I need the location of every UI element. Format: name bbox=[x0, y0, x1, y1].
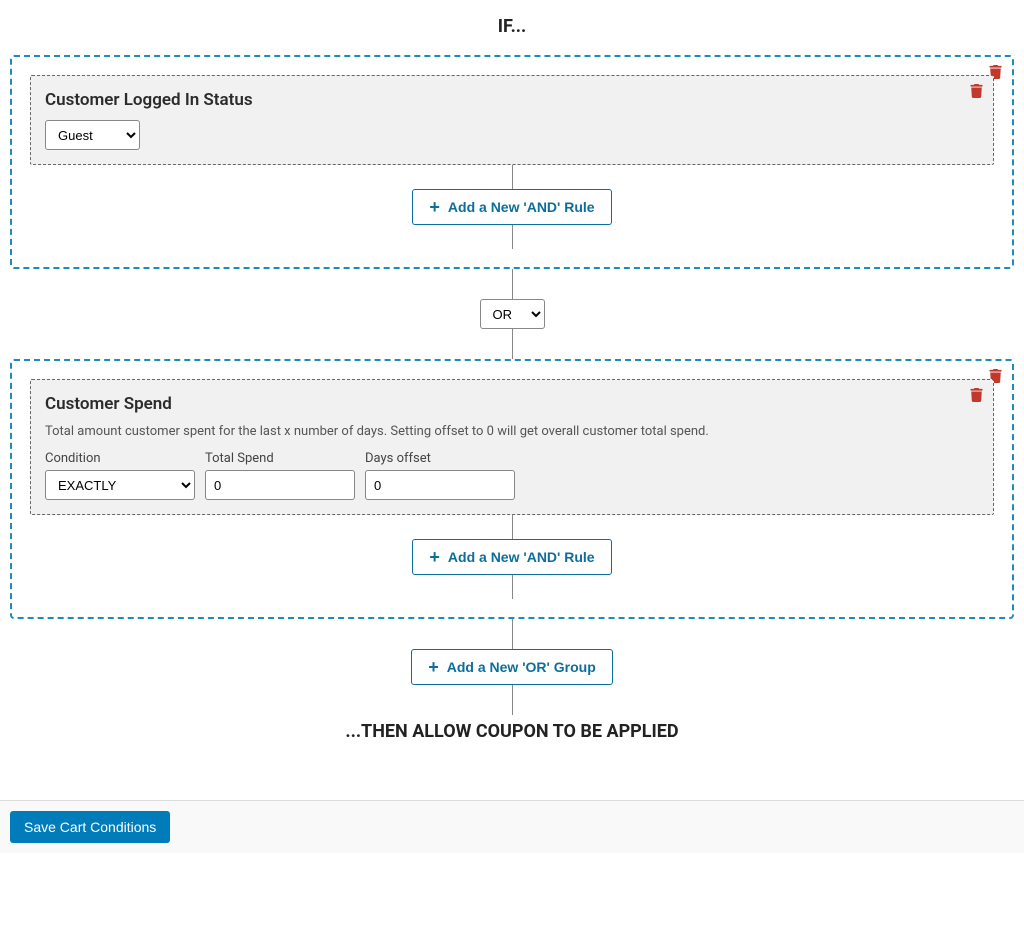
rule-group: Customer Spend Total amount customer spe… bbox=[10, 359, 1014, 619]
field-label-days-offset: Days offset bbox=[365, 451, 515, 466]
days-offset-input[interactable] bbox=[365, 470, 515, 500]
then-heading: ...THEN ALLOW COUPON TO BE APPLIED bbox=[10, 721, 1014, 742]
save-cart-conditions-button[interactable]: Save Cart Conditions bbox=[10, 811, 170, 843]
add-and-rule-button[interactable]: + Add a New 'AND' Rule bbox=[412, 189, 611, 225]
field-label-total-spend: Total Spend bbox=[205, 451, 355, 466]
condition-select[interactable]: EXACTLY bbox=[45, 470, 195, 500]
connector-line bbox=[512, 165, 513, 189]
plus-icon: + bbox=[429, 198, 440, 216]
if-heading: IF... bbox=[10, 16, 1014, 37]
field-label-condition: Condition bbox=[45, 451, 195, 466]
add-or-group-button[interactable]: + Add a New 'OR' Group bbox=[411, 649, 613, 685]
add-or-label: Add a New 'OR' Group bbox=[447, 659, 596, 675]
connector-line bbox=[512, 225, 513, 249]
add-and-label: Add a New 'AND' Rule bbox=[448, 549, 595, 565]
rule-title: Customer Logged In Status bbox=[45, 90, 979, 110]
rule-group: Customer Logged In Status Guest + Add a … bbox=[10, 55, 1014, 269]
connector-line bbox=[512, 685, 513, 715]
rule-title: Customer Spend bbox=[45, 394, 979, 414]
connector-line bbox=[512, 329, 513, 359]
delete-rule-icon[interactable] bbox=[970, 84, 983, 98]
add-and-rule-button[interactable]: + Add a New 'AND' Rule bbox=[412, 539, 611, 575]
delete-rule-icon[interactable] bbox=[970, 388, 983, 402]
logged-in-status-select[interactable]: Guest bbox=[45, 120, 140, 150]
connector-line bbox=[512, 515, 513, 539]
add-and-label: Add a New 'AND' Rule bbox=[448, 199, 595, 215]
connector-line bbox=[512, 269, 513, 299]
footer-bar: Save Cart Conditions bbox=[0, 800, 1024, 853]
connector-line bbox=[512, 575, 513, 599]
plus-icon: + bbox=[428, 658, 439, 676]
total-spend-input[interactable] bbox=[205, 470, 355, 500]
rule-description: Total amount customer spent for the last… bbox=[45, 424, 979, 439]
rule-card: Customer Logged In Status Guest bbox=[30, 75, 994, 165]
connector-line bbox=[512, 619, 513, 649]
plus-icon: + bbox=[429, 548, 440, 566]
logic-operator-select[interactable]: OR bbox=[480, 299, 545, 329]
rule-card: Customer Spend Total amount customer spe… bbox=[30, 379, 994, 515]
